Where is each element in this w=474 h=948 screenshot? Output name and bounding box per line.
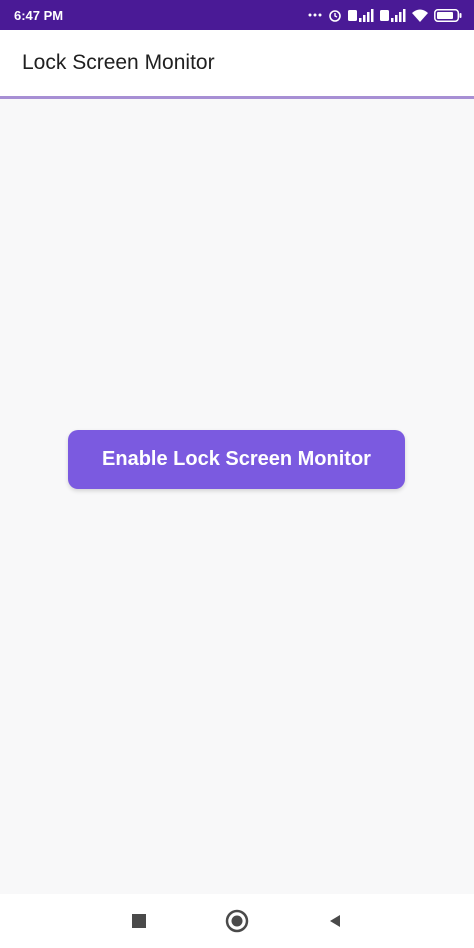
app-title: Lock Screen Monitor: [22, 51, 215, 74]
status-icons: [308, 8, 462, 22]
signal-icon: [380, 8, 406, 22]
back-button[interactable]: [322, 908, 348, 934]
more-dots-icon: [308, 12, 322, 18]
status-bar: 6:47 PM: [0, 0, 474, 30]
wifi-icon: [412, 9, 428, 22]
battery-icon: [434, 8, 462, 22]
app-bar: Lock Screen Monitor: [0, 30, 474, 96]
signal-icon: [348, 8, 374, 22]
alarm-icon: [328, 8, 342, 22]
enable-lock-screen-monitor-button[interactable]: Enable Lock Screen Monitor: [68, 430, 405, 489]
main-content: Enable Lock Screen Monitor: [0, 99, 474, 894]
navigation-bar: [0, 894, 474, 948]
back-triangle-icon: [330, 915, 340, 927]
square-icon: [132, 914, 146, 928]
circle-icon: [225, 909, 249, 933]
recents-button[interactable]: [126, 908, 152, 934]
home-button[interactable]: [224, 908, 250, 934]
status-time: 6:47 PM: [14, 7, 64, 23]
